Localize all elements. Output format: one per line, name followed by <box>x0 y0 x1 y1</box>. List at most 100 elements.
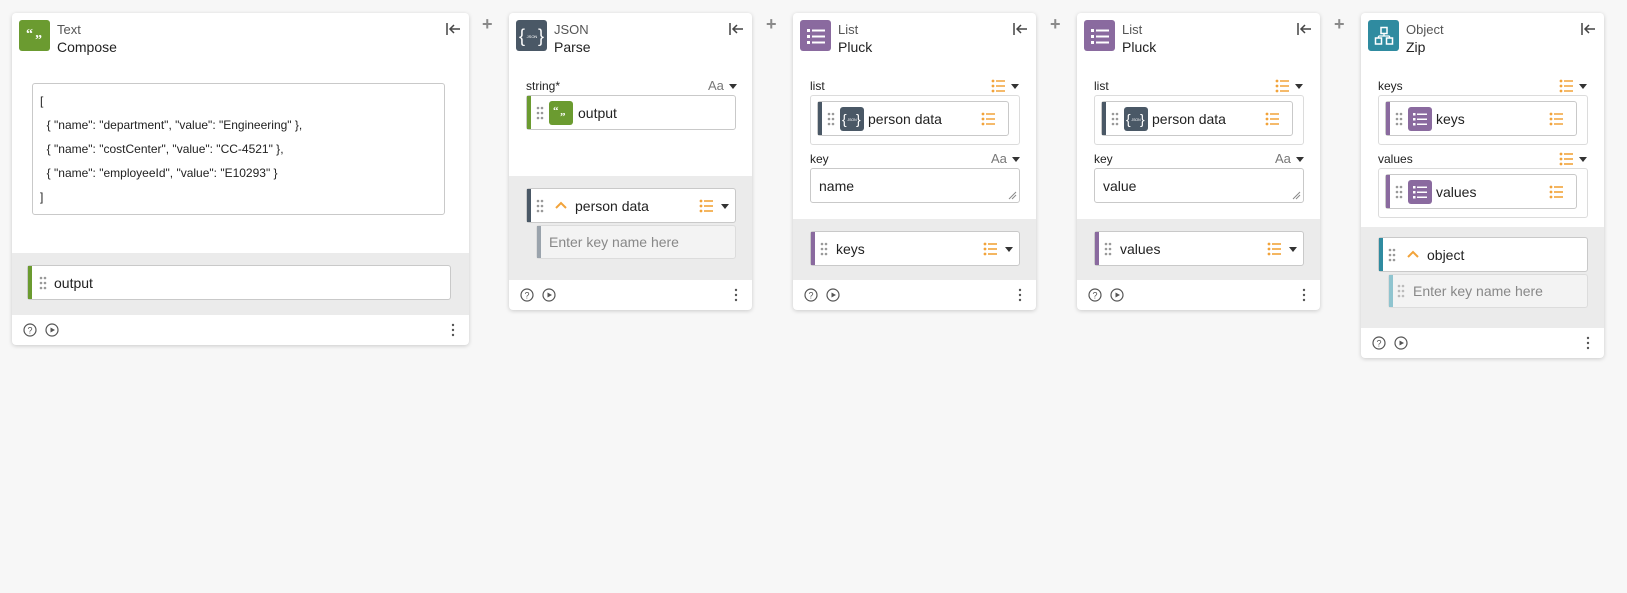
collapse-icon[interactable] <box>728 21 744 37</box>
output-section: keys <box>793 219 1036 280</box>
pill-accent-bar <box>818 102 822 135</box>
play-icon[interactable] <box>542 288 556 302</box>
svg-text:JSON: JSON <box>847 118 857 122</box>
output-name: object <box>1427 247 1465 263</box>
drag-handle-icon[interactable] <box>820 242 828 256</box>
more-icon[interactable] <box>450 323 456 337</box>
card-category: Text <box>57 22 81 37</box>
output-variable[interactable]: output <box>27 265 451 300</box>
pill-accent-bar <box>537 226 541 258</box>
input-section: list {} JSON person data key Aa name <box>793 63 1036 219</box>
help-icon[interactable]: ? <box>23 323 37 337</box>
chevron-up-icon[interactable] <box>554 200 568 210</box>
type-selector[interactable]: Aa <box>1275 151 1304 166</box>
input-variable[interactable]: “” output <box>526 95 736 130</box>
collapse-icon[interactable] <box>1296 21 1312 37</box>
list-variable[interactable]: {} JSON person data <box>817 101 1009 136</box>
pill-accent-bar <box>28 266 32 299</box>
list-ref-name: person data <box>868 111 942 127</box>
caret-down-icon[interactable] <box>1295 84 1303 89</box>
play-icon[interactable] <box>1394 336 1408 350</box>
resize-handle-icon[interactable] <box>1292 191 1301 200</box>
caret-down-icon[interactable] <box>1579 84 1587 89</box>
drag-handle-icon[interactable] <box>1111 112 1119 126</box>
output-variable[interactable]: keys <box>810 231 1020 266</box>
compose-text-editor[interactable]: [ { "name": "department", "value": "Engi… <box>32 83 445 215</box>
json-icon: {} JSON <box>516 20 547 51</box>
more-icon[interactable] <box>1585 336 1591 350</box>
field-label: keys <box>1378 79 1403 93</box>
output-variable[interactable]: object <box>1378 237 1588 272</box>
svg-text:{: { <box>842 111 847 127</box>
collapse-icon[interactable] <box>445 21 461 37</box>
resize-handle-icon[interactable] <box>1008 191 1017 200</box>
drag-handle-icon[interactable] <box>536 106 544 120</box>
output-variable[interactable]: values <box>1094 231 1304 266</box>
drag-handle-icon[interactable] <box>1395 185 1403 199</box>
keys-ref-name: keys <box>1436 111 1465 127</box>
list-type-icon[interactable] <box>983 242 1001 256</box>
svg-text:?: ? <box>524 291 529 301</box>
caret-down-icon[interactable] <box>1289 247 1297 252</box>
list-type-icon[interactable] <box>1275 79 1293 93</box>
values-variable[interactable]: values <box>1385 174 1577 209</box>
keys-variable[interactable]: keys <box>1385 101 1577 136</box>
caret-down-icon[interactable] <box>1005 247 1013 252</box>
key-input[interactable]: value <box>1094 168 1304 203</box>
more-icon[interactable] <box>1017 288 1023 302</box>
list-icon <box>1408 107 1432 131</box>
play-icon[interactable] <box>1110 288 1124 302</box>
play-icon[interactable] <box>45 323 59 337</box>
caret-down-icon[interactable] <box>1011 84 1019 89</box>
collapse-icon[interactable] <box>1012 21 1028 37</box>
card-category: JSON <box>554 22 589 37</box>
collapse-icon[interactable] <box>1580 21 1596 37</box>
caret-down-icon[interactable] <box>721 204 729 209</box>
drag-handle-icon[interactable] <box>1104 242 1112 256</box>
drag-handle-icon[interactable] <box>1397 284 1405 298</box>
more-icon[interactable] <box>733 288 739 302</box>
key-name-input[interactable]: Enter key name here <box>536 225 736 259</box>
drag-handle-icon[interactable] <box>1395 112 1403 126</box>
help-icon[interactable]: ? <box>1372 336 1386 350</box>
list-type-icon[interactable] <box>1559 152 1577 166</box>
list-variable[interactable]: {} JSON person data <box>1101 101 1293 136</box>
help-icon[interactable]: ? <box>1088 288 1102 302</box>
list-icon <box>800 20 831 51</box>
add-step-button-4[interactable]: + <box>1334 14 1345 35</box>
list-ref-name: person data <box>1152 111 1226 127</box>
pill-accent-bar <box>1386 102 1390 135</box>
svg-text:?: ? <box>1376 339 1381 349</box>
type-selector[interactable]: Aa <box>708 78 737 93</box>
play-icon[interactable] <box>826 288 840 302</box>
field-label: string* <box>526 79 561 93</box>
help-icon[interactable]: ? <box>520 288 534 302</box>
add-step-button-3[interactable]: + <box>1050 14 1061 35</box>
type-selector[interactable]: Aa <box>991 151 1020 166</box>
svg-text:}: } <box>538 26 544 46</box>
add-step-button-2[interactable]: + <box>766 14 777 35</box>
caret-down-icon[interactable] <box>1579 157 1587 162</box>
card-footer: ? <box>12 315 469 345</box>
drag-handle-icon[interactable] <box>39 276 47 290</box>
key-input[interactable]: name <box>810 168 1020 203</box>
list-type-icon[interactable] <box>1559 79 1577 93</box>
list-type-icon <box>1549 185 1563 199</box>
more-icon[interactable] <box>1301 288 1307 302</box>
list-input-container: {} JSON person data <box>810 95 1020 145</box>
output-variable[interactable]: person data <box>526 188 736 223</box>
list-type-icon[interactable] <box>991 79 1009 93</box>
list-type-icon[interactable] <box>699 199 717 213</box>
values-ref-name: values <box>1436 184 1477 200</box>
chevron-up-icon[interactable] <box>1406 249 1420 259</box>
key-name-input[interactable]: Enter key name here <box>1388 274 1588 308</box>
drag-handle-icon[interactable] <box>827 112 835 126</box>
svg-text:“: “ <box>553 106 559 117</box>
drag-handle-icon[interactable] <box>536 199 544 213</box>
help-icon[interactable]: ? <box>804 288 818 302</box>
add-step-button-1[interactable]: + <box>482 14 493 35</box>
drag-handle-icon[interactable] <box>1388 248 1396 262</box>
svg-text:”: ” <box>35 33 42 44</box>
quote-icon: “” <box>549 101 573 125</box>
list-type-icon[interactable] <box>1267 242 1285 256</box>
